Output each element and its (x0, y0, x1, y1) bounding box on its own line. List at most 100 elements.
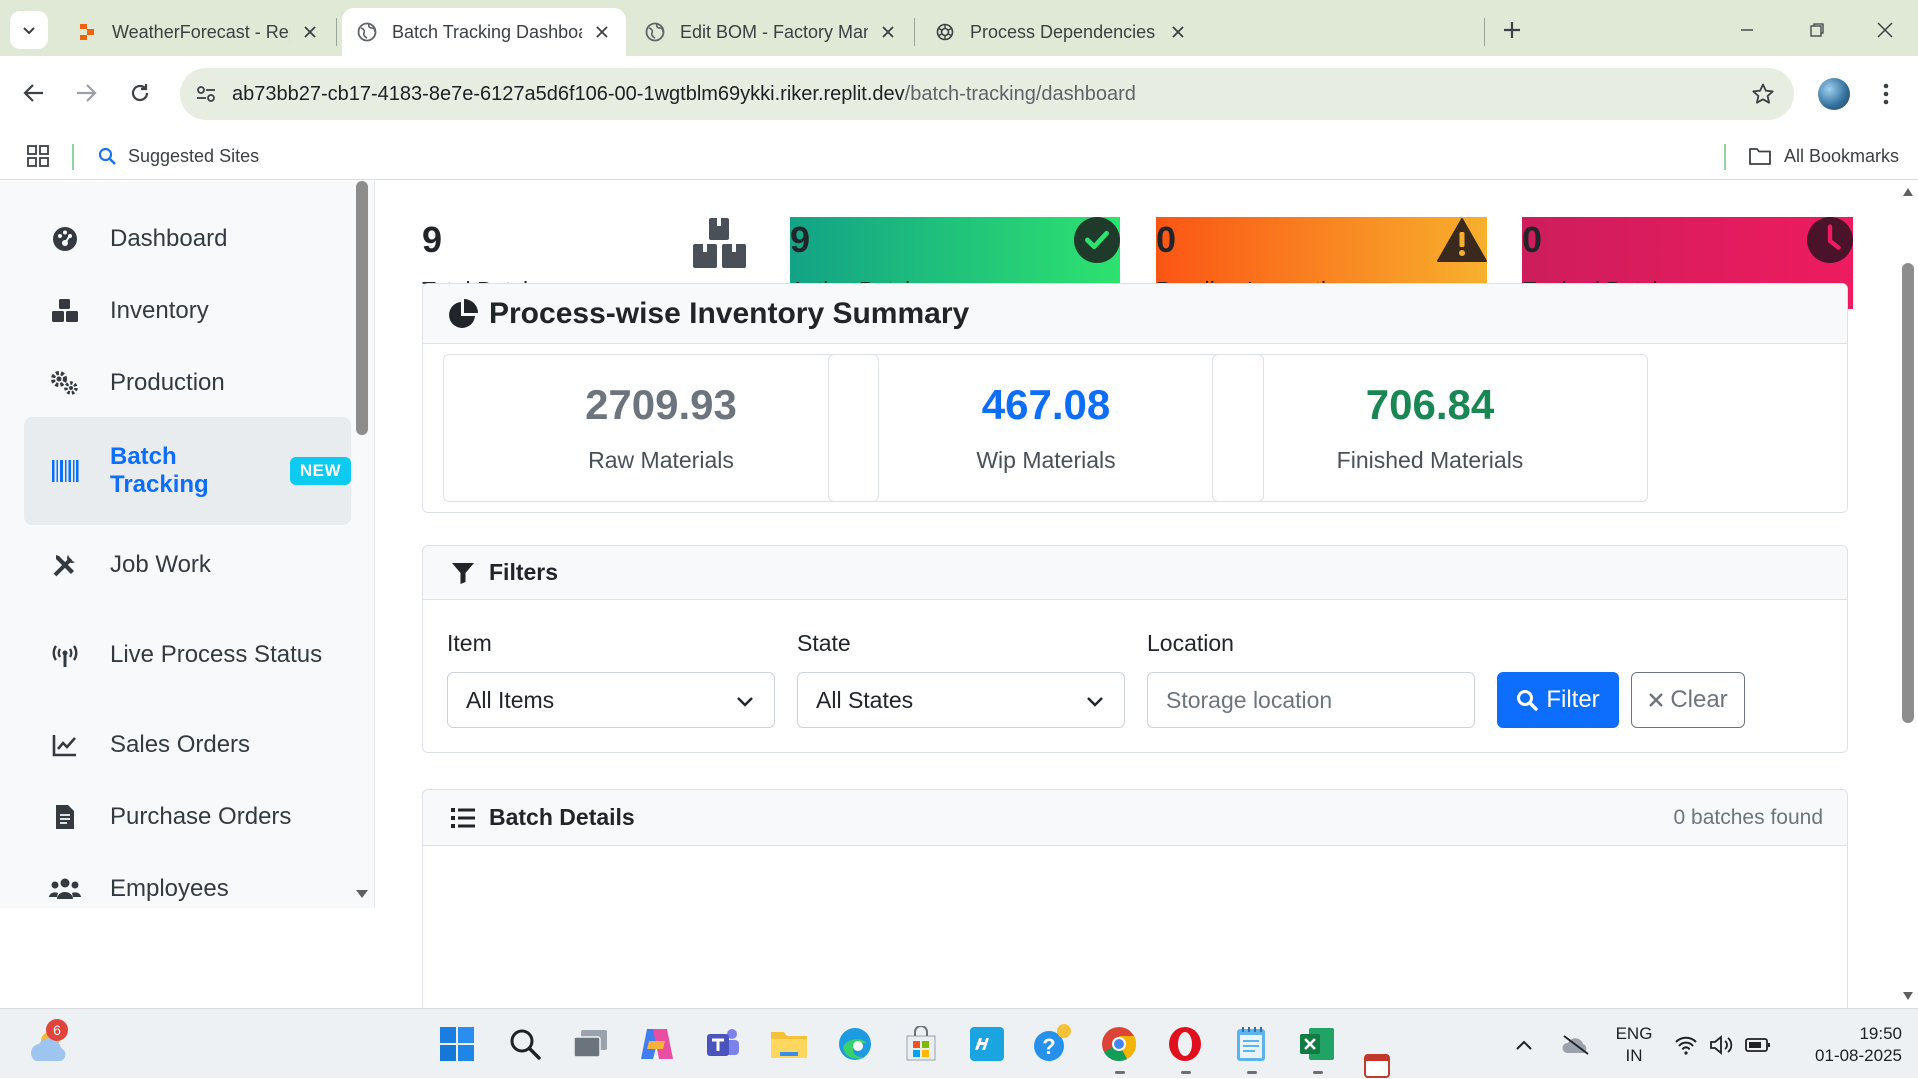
new-tab-button[interactable] (1496, 14, 1528, 46)
start-button[interactable] (436, 1023, 478, 1065)
close-icon (1877, 22, 1893, 38)
apps-grid-icon[interactable] (26, 144, 50, 168)
opera-app[interactable] (1164, 1023, 1206, 1065)
batch-details-card: Batch Details 0 batches found (422, 789, 1848, 1008)
wifi-status[interactable] (1668, 1025, 1704, 1065)
sidebar-item-dashboard[interactable]: Dashboard (24, 209, 351, 269)
all-bookmarks-button[interactable]: All Bookmarks (1748, 142, 1899, 170)
clock-time: 19:50 (1859, 1024, 1902, 1043)
reload-icon (131, 84, 149, 102)
item-select[interactable]: All Items (447, 672, 775, 728)
close-tab-icon[interactable] (878, 22, 898, 42)
restore-button[interactable] (1800, 14, 1834, 46)
summary-finished-materials: 706.84 Finished Materials (1212, 354, 1648, 502)
browser-tab-batch-tracking[interactable]: Batch Tracking Dashboard (342, 8, 626, 56)
chevron-down-icon (1087, 697, 1103, 707)
sidebar-item-live-process-status[interactable]: Live Process Status (24, 623, 351, 687)
sidebar-item-job-work[interactable]: Job Work (24, 533, 351, 597)
main-content: 9 Total Batches 9 Active Batches 0 Pendi… (376, 181, 1898, 1008)
item-select-value: All Items (466, 686, 555, 713)
input-language[interactable]: ENG IN (1610, 1023, 1658, 1067)
sidebar-item-employees[interactable]: Employees (24, 857, 351, 921)
summary-wip-materials: 467.08 Wip Materials (828, 354, 1264, 502)
cloud-off-icon (1562, 1035, 1589, 1055)
sidebar-item-label: Purchase Orders (110, 803, 292, 830)
chevron-down-icon (23, 27, 35, 35)
sidebar-scrollbar-thumb[interactable] (356, 181, 368, 435)
myhp-app[interactable] (966, 1023, 1008, 1065)
clear-button[interactable]: Clear (1631, 672, 1745, 728)
file-invoice-icon (48, 800, 82, 834)
batches-found-count: 0 batches found (1673, 806, 1823, 829)
sidebar-item-batch-tracking[interactable]: Batch Tracking NEW (24, 417, 351, 525)
tab-search-button[interactable] (10, 11, 48, 49)
back-button[interactable] (16, 75, 52, 111)
onedrive-status[interactable] (1556, 1025, 1596, 1065)
page-scrollbar-thumb[interactable] (1902, 263, 1914, 723)
bookmark-star-icon[interactable] (1750, 81, 1776, 107)
triangle-up-icon[interactable] (1902, 187, 1914, 197)
folder-icon (771, 1032, 807, 1058)
chrome-app[interactable] (1098, 1023, 1140, 1065)
microsoft-store-app[interactable] (900, 1023, 942, 1065)
palette-gauge-icon (48, 222, 82, 256)
bookmarks-bar: Suggested Sites All Bookmarks (0, 132, 1918, 180)
boxes-icon (692, 215, 748, 271)
sidebar-scroll-down-arrow[interactable] (354, 887, 370, 901)
close-window-button[interactable] (1868, 14, 1902, 46)
minimize-icon (1741, 29, 1753, 31)
bookmark-suggested-sites[interactable]: Suggested Sites (98, 142, 259, 170)
list-icon (447, 802, 479, 834)
help-app[interactable]: ? (1032, 1023, 1074, 1065)
filter-button[interactable]: Filter (1497, 672, 1619, 728)
browser-tab-edit-bom[interactable]: Edit BOM - Factory Managemer (630, 8, 912, 56)
address-bar[interactable]: ab73bb27-cb17-4183-8e7e-6127a5d6f106-00-… (180, 68, 1794, 120)
state-select[interactable]: All States (797, 672, 1125, 728)
excel-app[interactable] (1296, 1023, 1338, 1065)
triangle-down-icon (356, 890, 368, 898)
summary-value: 467.08 (981, 381, 1111, 428)
reload-button[interactable] (122, 75, 158, 111)
browser-tab-weatherforecast[interactable]: WeatherForecast - Replit (62, 8, 334, 56)
pie-chart-icon (447, 298, 479, 330)
sidebar-item-sales-orders[interactable]: Sales Orders (24, 713, 351, 777)
close-tab-icon[interactable] (300, 22, 320, 42)
forward-button[interactable] (68, 75, 104, 111)
speaker-icon (1710, 1035, 1733, 1055)
browser-menu-button[interactable] (1874, 76, 1898, 112)
calendar-app[interactable] (1362, 1053, 1392, 1079)
browser-tab-process-dependencies[interactable]: Process Dependencies Overview (920, 8, 1202, 56)
sidebar-item-label: Employees (110, 875, 229, 902)
sidebar-item-inventory[interactable]: Inventory (24, 281, 351, 341)
copilot-icon (641, 1029, 673, 1059)
taskbar-search[interactable] (504, 1023, 546, 1065)
profile-avatar[interactable] (1818, 78, 1850, 110)
task-view-button[interactable] (570, 1023, 612, 1065)
clock[interactable]: 19:50 01-08-2025 (1794, 1023, 1902, 1067)
teams-app[interactable] (702, 1023, 744, 1065)
location-placeholder: Storage location (1166, 686, 1333, 713)
file-explorer-app[interactable] (768, 1023, 810, 1065)
card-title: Process-wise Inventory Summary (489, 296, 970, 330)
site-info-icon[interactable] (180, 68, 232, 120)
copilot-app[interactable] (636, 1023, 678, 1065)
volume-status[interactable] (1704, 1025, 1740, 1065)
edge-app[interactable] (834, 1023, 876, 1065)
card-title: Filters (489, 559, 559, 585)
close-tab-icon[interactable] (592, 22, 612, 42)
battery-status[interactable] (1740, 1025, 1776, 1065)
excel-icon (1300, 1028, 1334, 1060)
show-hidden-icons[interactable] (1504, 1025, 1544, 1065)
sidebar-item-purchase-orders[interactable]: Purchase Orders (24, 785, 351, 849)
close-icon (1649, 693, 1664, 707)
gears-icon (48, 366, 82, 400)
location-input[interactable]: Storage location (1147, 672, 1475, 728)
minimize-button[interactable] (1730, 14, 1764, 46)
close-tab-icon[interactable] (1168, 22, 1188, 42)
triangle-down-icon[interactable] (1902, 991, 1914, 1001)
sidebar-item-production[interactable]: Production (24, 353, 351, 413)
notepad-app[interactable] (1230, 1023, 1272, 1065)
running-indicator (1247, 1071, 1257, 1074)
clock-date: 01-08-2025 (1815, 1046, 1902, 1065)
tab-separator (914, 18, 915, 46)
